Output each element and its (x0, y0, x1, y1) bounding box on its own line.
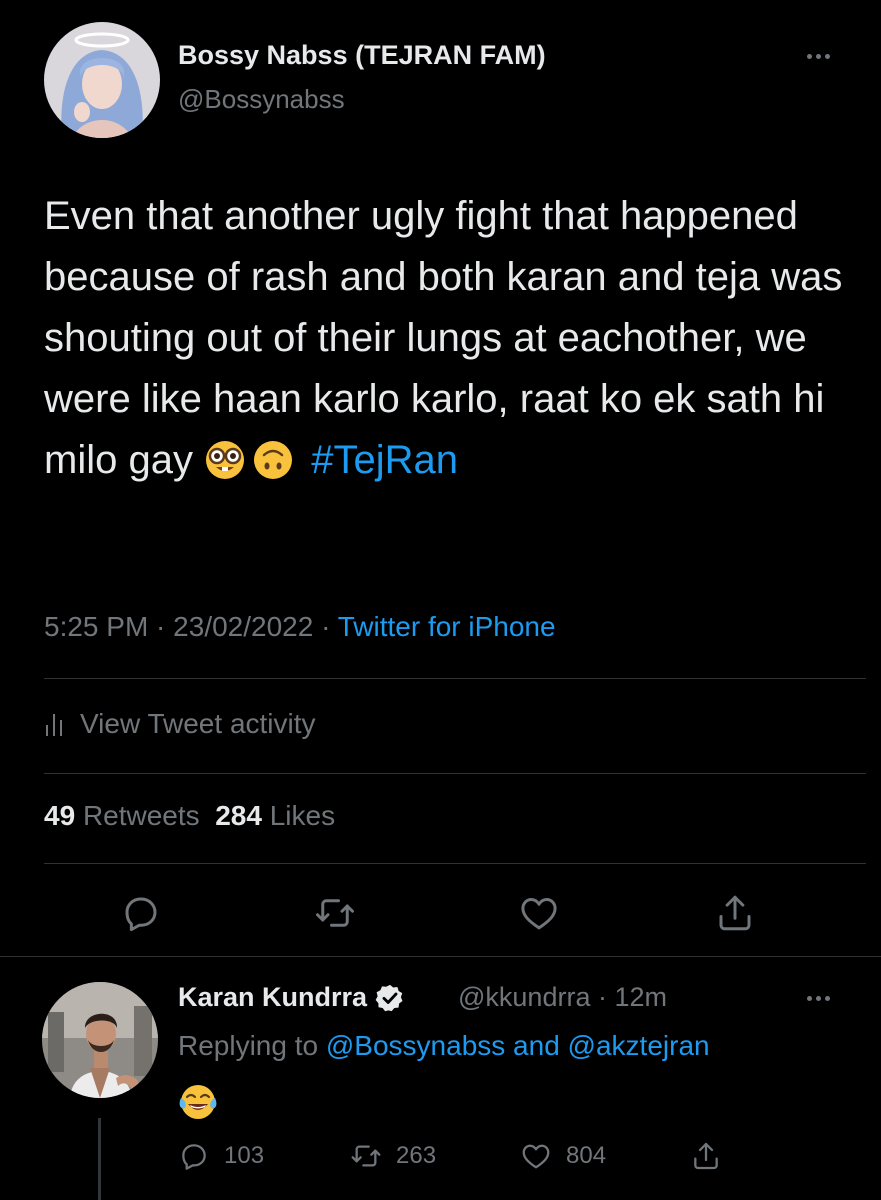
nerd-face-emoji (206, 441, 245, 479)
mention-link[interactable]: @Bossynabss (326, 1030, 505, 1061)
reply-icon (125, 897, 157, 932)
activity-label: View Tweet activity (80, 708, 316, 739)
hashtag-link[interactable]: #TejRan (311, 438, 458, 482)
reply-meta: @kkundrra · 12m (458, 982, 667, 1013)
likes-count: 284 (215, 800, 262, 831)
reply-age[interactable]: 12m (614, 982, 667, 1012)
retweets-count: 49 (44, 800, 76, 831)
retweet-button[interactable] (314, 892, 356, 934)
replying-to: Replying to @Bossynabss and @akztejran (178, 1030, 710, 1062)
likes-label: Likes (269, 800, 336, 831)
share-icon (719, 895, 751, 931)
like-count: 804 (566, 1142, 607, 1169)
reply-author-handle[interactable]: @kkundrra (458, 982, 590, 1012)
activity-bars-icon (46, 714, 62, 736)
reply-button[interactable] (120, 892, 162, 934)
divider (44, 863, 866, 864)
share-icon (694, 1142, 718, 1170)
meta-separator: · (313, 611, 338, 642)
view-tweet-activity-button[interactable]: View Tweet activity (44, 702, 316, 746)
reply-like-button[interactable]: 804 (520, 1140, 606, 1172)
replying-conjunction: and (513, 1030, 560, 1061)
retweets-label: Retweets (82, 800, 200, 831)
tweet-date[interactable]: 23/02/2022 (173, 611, 313, 642)
reply-author[interactable]: Karan Kundrra (178, 982, 405, 1013)
divider (44, 678, 866, 679)
thread-line (98, 1118, 101, 1200)
face-with-tears-of-joy-emoji (179, 1085, 217, 1119)
meta-separator: · (590, 982, 615, 1012)
likes-stat[interactable]: 284 Likes (215, 800, 335, 831)
tweet-time[interactable]: 5:25 PM (44, 611, 148, 642)
upside-down-face-emoji (254, 441, 293, 479)
more-icon[interactable] (798, 44, 838, 68)
reply-more-icon[interactable] (798, 986, 838, 1010)
author-handle[interactable]: @Bossynabss (178, 84, 345, 115)
reply-share-button[interactable] (690, 1140, 722, 1172)
like-button[interactable] (518, 892, 560, 934)
retweet-icon (316, 899, 354, 927)
reply-reply-button[interactable]: 103 (178, 1140, 264, 1172)
meta-separator: · (148, 611, 174, 642)
author-name[interactable]: Bossy Nabss (TEJRAN FAM) (178, 40, 546, 71)
retweet-icon (351, 1145, 381, 1167)
like-icon (521, 898, 557, 930)
reply-icon (182, 1144, 206, 1170)
tweet-meta: 5:25 PM · 23/02/2022 · Twitter for iPhon… (44, 611, 556, 643)
author-avatar[interactable] (44, 22, 160, 138)
share-button[interactable] (714, 892, 756, 934)
retweet-count: 263 (396, 1142, 437, 1169)
reply-retweet-button[interactable]: 263 (350, 1140, 436, 1172)
like-icon (522, 1144, 550, 1169)
tweet-source[interactable]: Twitter for iPhone (338, 611, 556, 642)
reply-author-name: Karan Kundrra (178, 982, 368, 1012)
replying-prefix: Replying to (178, 1030, 319, 1061)
divider (0, 956, 881, 957)
mention-link[interactable]: @akztejran (568, 1030, 710, 1061)
divider (44, 773, 866, 774)
tweet-stats: 49 Retweets 284 Likes (44, 800, 335, 832)
retweets-stat[interactable]: 49 Retweets (44, 800, 200, 831)
verified-badge-icon (375, 984, 403, 1011)
tweet-text: Even that another ugly fight that happen… (44, 186, 854, 491)
reply-author-avatar[interactable] (42, 982, 158, 1098)
reply-count: 103 (224, 1142, 265, 1169)
